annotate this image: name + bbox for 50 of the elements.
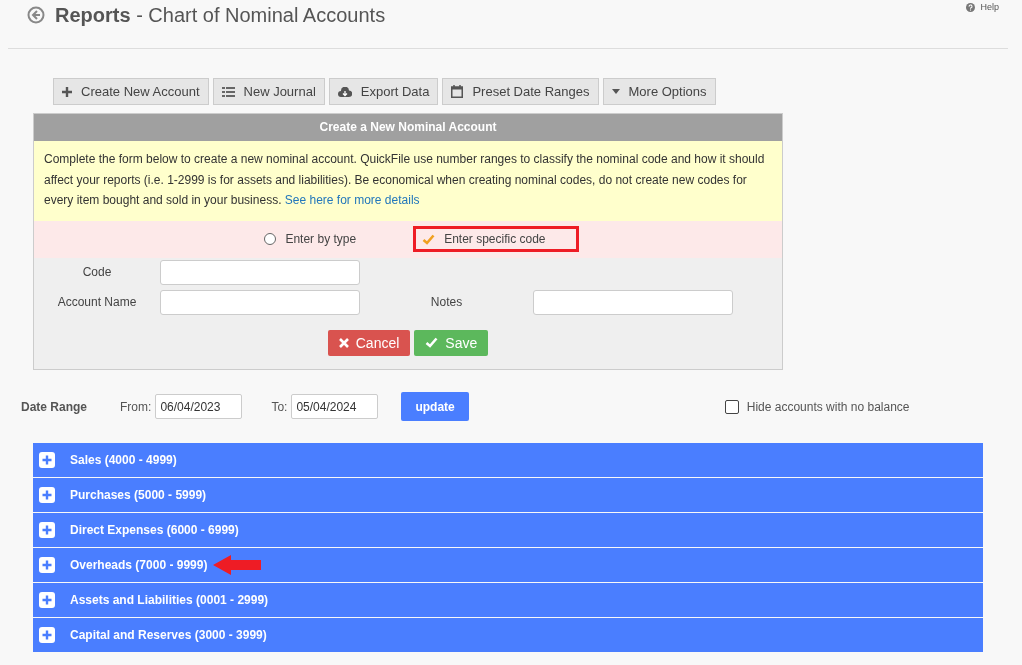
close-icon xyxy=(338,337,349,348)
mode-option[interactable]: Enter specific code xyxy=(413,226,579,252)
account-group-row[interactable]: Direct Expenses (6000 - 6999) xyxy=(33,512,983,547)
expand-icon[interactable] xyxy=(39,626,55,643)
plus-icon xyxy=(62,86,72,97)
check-icon xyxy=(422,233,436,245)
info-text: Complete the form below to create a new nominal account. QuickFile use number ranges to classify the nominal code and how it should affect your reports (i.e. 1-2999 is for assets and liabilities). Be economical when creating nominal codes, do not create new codes for every item bought and sold in your business. See here for more details xyxy=(34,141,782,221)
toolbar-button[interactable]: More Options xyxy=(602,78,716,105)
list-icon xyxy=(221,86,235,97)
toolbar-button[interactable]: Create New Account xyxy=(53,78,209,105)
hide-checkbox[interactable] xyxy=(724,399,739,414)
mode-option[interactable]: Enter by type xyxy=(255,226,390,252)
code-field[interactable] xyxy=(160,259,360,285)
notes-label: Notes xyxy=(429,295,464,309)
code-label: Code xyxy=(81,265,113,279)
account-name-label: Account Name xyxy=(56,295,138,309)
cancel-button[interactable]: Cancel xyxy=(327,329,411,356)
from-label: From: xyxy=(120,399,152,414)
date-range-label: Date Range xyxy=(21,399,88,414)
notes-field[interactable] xyxy=(533,289,733,315)
to-label: To: xyxy=(271,399,288,414)
from-date-field[interactable]: 06/04/2023 xyxy=(155,394,243,419)
details-link[interactable]: See here for more details xyxy=(284,193,420,207)
account-group-row[interactable]: Purchases (5000 - 5999) xyxy=(33,477,983,512)
expand-icon[interactable] xyxy=(39,591,55,608)
expand-icon[interactable] xyxy=(39,556,55,573)
help-link[interactable]: Help xyxy=(980,2,999,12)
hide-accounts-label: Hide accounts with no balance xyxy=(746,399,910,414)
toolbar-button[interactable]: New Journal xyxy=(212,78,325,105)
calendar-icon xyxy=(451,85,464,98)
account-group-row[interactable]: Capital and Reserves (3000 - 3999) xyxy=(33,617,983,652)
page-title: Reports - Chart of Nominal Accounts xyxy=(55,3,386,27)
check-icon xyxy=(425,337,439,348)
toolbar-button[interactable]: Export Data xyxy=(328,78,439,105)
expand-icon[interactable] xyxy=(39,521,55,538)
update-button[interactable]: update xyxy=(401,392,469,421)
back-icon[interactable] xyxy=(27,6,45,24)
to-date-field[interactable]: 05/04/2024 xyxy=(291,394,379,419)
account-group-row[interactable]: Overheads (7000 - 9999) xyxy=(33,547,983,582)
account-name-field[interactable] xyxy=(160,289,360,315)
account-group-row[interactable]: Sales (4000 - 4999) xyxy=(33,442,983,477)
cloud-download-icon xyxy=(337,86,352,97)
radio-button[interactable] xyxy=(264,233,277,245)
expand-icon[interactable] xyxy=(39,451,55,468)
help-icon[interactable] xyxy=(966,2,976,12)
account-group-row[interactable]: Assets and Liabilities (0001 - 2999) xyxy=(33,582,983,617)
caret-icon xyxy=(611,89,620,94)
toolbar-button[interactable]: Preset Date Ranges xyxy=(442,78,599,105)
panel-header: Create a New Nominal Account xyxy=(34,114,782,141)
expand-icon[interactable] xyxy=(39,486,55,503)
